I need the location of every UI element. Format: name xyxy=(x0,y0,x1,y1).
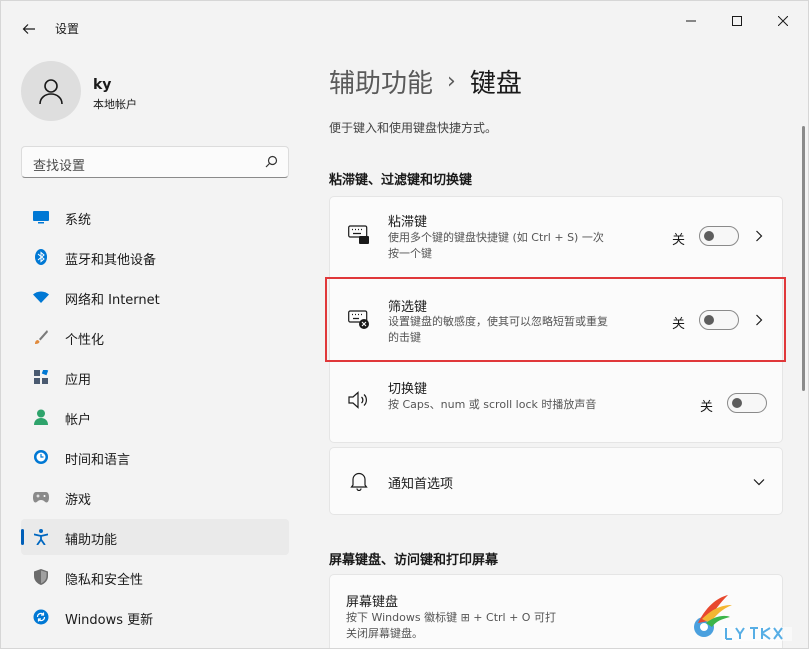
search-box[interactable]: 查找设置 xyxy=(21,146,289,178)
sidebar-item-label: 个性化 xyxy=(65,333,105,348)
accessibility-icon xyxy=(33,529,49,545)
osk-desc-line1: 按下 Windows 徽标键 ⊞ + Ctrl + O 可打 xyxy=(346,611,556,624)
sticky-keys-state: 关 xyxy=(672,233,686,248)
sticky-keys-description: 使用多个键的键盘快捷键 (如 Ctrl + S) 一次按一个键 xyxy=(388,231,604,260)
on-screen-keyboard-title: 屏幕键盘 xyxy=(346,595,399,610)
sidebar-nav: 系统 蓝牙和其他设备 网络和 Internet 个性化 应用 帐户 时间和语言 xyxy=(21,199,289,639)
apps-icon xyxy=(33,369,49,385)
user-name: ky xyxy=(93,77,112,93)
title-bar: 设置 xyxy=(1,1,808,49)
notification-preferences-title: 通知首选项 xyxy=(388,477,454,492)
sidebar-item-accessibility[interactable]: 辅助功能 xyxy=(21,519,289,555)
maximize-icon xyxy=(732,16,742,26)
page-description: 便于键入和使用键盘快捷方式。 xyxy=(329,121,498,135)
watermark-logo xyxy=(684,589,804,644)
highlight-box xyxy=(325,277,786,362)
wifi-icon xyxy=(33,289,49,305)
user-profile[interactable]: ky 本地帐户 xyxy=(21,61,281,123)
gamepad-icon xyxy=(33,489,49,505)
avatar xyxy=(21,61,81,121)
sidebar-item-gaming[interactable]: 游戏 xyxy=(21,479,289,515)
minimize-icon xyxy=(686,20,696,22)
breadcrumb-separator: › xyxy=(447,69,456,94)
shield-icon xyxy=(33,569,49,585)
clock-globe-icon xyxy=(33,449,49,465)
sidebar-item-network[interactable]: 网络和 Internet xyxy=(21,279,289,315)
chevron-right-icon xyxy=(752,229,766,243)
sidebar-item-personalization[interactable]: 个性化 xyxy=(21,319,289,355)
account-icon xyxy=(33,409,49,425)
sidebar-item-system[interactable]: 系统 xyxy=(21,199,289,235)
speaker-icon xyxy=(348,389,370,411)
active-indicator xyxy=(21,529,24,545)
toggle-keys-description: 按 Caps、num 或 scroll lock 时播放声音 xyxy=(388,398,597,411)
sidebar-item-privacy[interactable]: 隐私和安全性 xyxy=(21,559,289,595)
close-button[interactable] xyxy=(760,5,806,37)
sticky-keys-row[interactable]: 粘滞键 使用多个键的键盘快捷键 (如 Ctrl + S) 一次按一个键 关 xyxy=(330,197,782,277)
back-arrow-icon xyxy=(22,24,35,34)
sidebar-item-apps[interactable]: 应用 xyxy=(21,359,289,395)
sidebar-item-label: 时间和语言 xyxy=(65,453,131,468)
sticky-keys-icon xyxy=(348,224,370,246)
on-screen-keyboard-description: 按下 Windows 徽标键 ⊞ + Ctrl + O 可打 关闭屏幕键盘。 xyxy=(346,610,606,642)
sticky-keys-toggle[interactable] xyxy=(699,226,739,246)
bell-icon xyxy=(348,470,370,492)
notification-preferences-card[interactable]: 通知首选项 xyxy=(329,447,783,515)
sidebar-item-label: Windows 更新 xyxy=(65,613,154,628)
toggle-knob xyxy=(704,231,714,241)
toggle-keys-toggle[interactable] xyxy=(727,393,767,413)
sidebar-item-label: 辅助功能 xyxy=(65,533,118,548)
chevron-down-icon xyxy=(752,475,766,489)
section-title-keys: 粘滞键、过滤键和切换键 xyxy=(329,173,473,188)
sidebar-item-label: 蓝牙和其他设备 xyxy=(65,253,157,268)
minimize-button[interactable] xyxy=(668,5,714,37)
app-title: 设置 xyxy=(55,22,80,36)
breadcrumb: 辅助功能 › 键盘 xyxy=(329,63,522,100)
search-input[interactable]: 查找设置 xyxy=(33,155,85,174)
sidebar-item-time-language[interactable]: 时间和语言 xyxy=(21,439,289,475)
sidebar-item-label: 网络和 Internet xyxy=(65,293,160,308)
close-icon xyxy=(778,16,788,26)
section-title-screen: 屏幕键盘、访问键和打印屏幕 xyxy=(329,553,499,568)
sidebar-item-label: 游戏 xyxy=(65,493,92,508)
brush-icon xyxy=(33,329,49,345)
sidebar-item-accounts[interactable]: 帐户 xyxy=(21,399,289,435)
back-button[interactable] xyxy=(15,15,43,43)
toggle-keys-title: 切换键 xyxy=(388,382,428,397)
maximize-button[interactable] xyxy=(714,5,760,37)
account-type: 本地帐户 xyxy=(93,98,137,111)
person-icon xyxy=(39,79,63,105)
sidebar-item-windows-update[interactable]: Windows 更新 xyxy=(21,599,289,635)
sidebar-item-label: 隐私和安全性 xyxy=(65,573,144,588)
page-title: 键盘 xyxy=(469,69,522,99)
toggle-knob xyxy=(732,398,742,408)
osk-desc-line2: 关闭屏幕键盘。 xyxy=(346,627,423,640)
settings-window: 设置 ky 本地帐户 查找设置 系统 蓝牙和其他设备 网络和 Internet … xyxy=(0,0,809,649)
sticky-keys-title: 粘滞键 xyxy=(388,215,428,230)
sidebar-item-label: 应用 xyxy=(65,373,92,388)
update-icon xyxy=(33,609,49,625)
search-icon xyxy=(265,155,278,168)
scrollbar[interactable] xyxy=(802,126,805,391)
toggle-keys-row: 切换键 按 Caps、num 或 scroll lock 时播放声音 关 xyxy=(330,362,782,442)
bluetooth-icon xyxy=(33,249,49,265)
sidebar-item-label: 系统 xyxy=(65,213,92,228)
breadcrumb-parent[interactable]: 辅助功能 xyxy=(329,63,433,100)
monitor-icon xyxy=(33,209,49,225)
sidebar-item-bluetooth[interactable]: 蓝牙和其他设备 xyxy=(21,239,289,275)
sidebar-item-label: 帐户 xyxy=(65,413,92,428)
toggle-keys-state: 关 xyxy=(700,400,714,415)
